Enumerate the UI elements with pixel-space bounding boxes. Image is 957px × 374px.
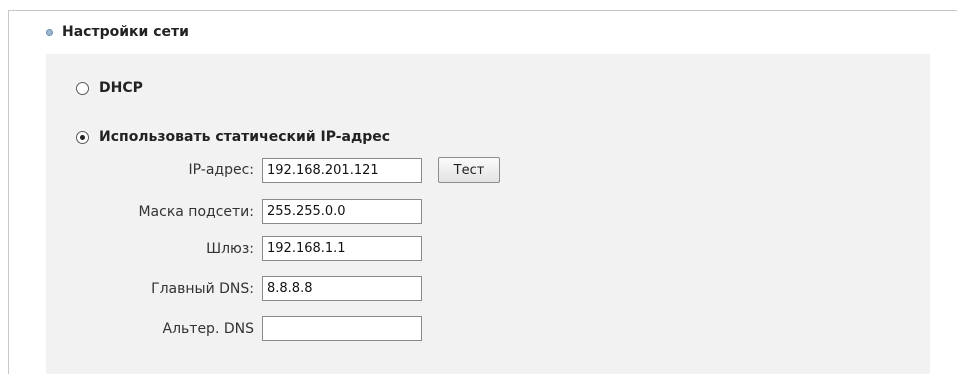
gateway-label: Шлюз: xyxy=(206,240,254,257)
static-ip-label: Использовать статический IP-адрес xyxy=(99,129,391,145)
dhcp-radio[interactable] xyxy=(76,81,89,95)
alternate-dns-label: Альтер. DNS xyxy=(162,320,254,337)
network-settings-panel: DHCP Использовать статический IP-адрес I… xyxy=(46,54,930,374)
subnet-mask-row: Маска подсети: xyxy=(46,199,422,224)
section-header: Настройки сети xyxy=(46,24,189,40)
alternate-dns-input[interactable] xyxy=(262,316,422,341)
subnet-mask-input[interactable] xyxy=(262,199,422,224)
test-button[interactable]: Тест xyxy=(438,157,500,183)
dhcp-label: DHCP xyxy=(99,80,143,96)
ip-address-row: IP-адрес: Тест xyxy=(46,157,500,183)
alternate-dns-row: Альтер. DNS xyxy=(46,316,422,341)
section-title: Настройки сети xyxy=(62,24,189,40)
primary-dns-input[interactable] xyxy=(262,276,422,301)
ip-address-label: IP-адрес: xyxy=(188,162,255,178)
gateway-row: Шлюз: xyxy=(46,236,422,261)
gateway-input[interactable] xyxy=(262,236,422,261)
static-ip-radio[interactable] xyxy=(76,130,89,144)
dhcp-option[interactable]: DHCP xyxy=(76,80,143,96)
ip-address-input[interactable] xyxy=(262,157,422,183)
subnet-mask-label: Маска подсети: xyxy=(138,203,254,220)
bullet-icon xyxy=(46,28,53,36)
primary-dns-row: Главный DNS: xyxy=(46,276,422,301)
primary-dns-label: Главный DNS: xyxy=(151,280,254,297)
static-ip-option[interactable]: Использовать статический IP-адрес xyxy=(76,129,390,145)
